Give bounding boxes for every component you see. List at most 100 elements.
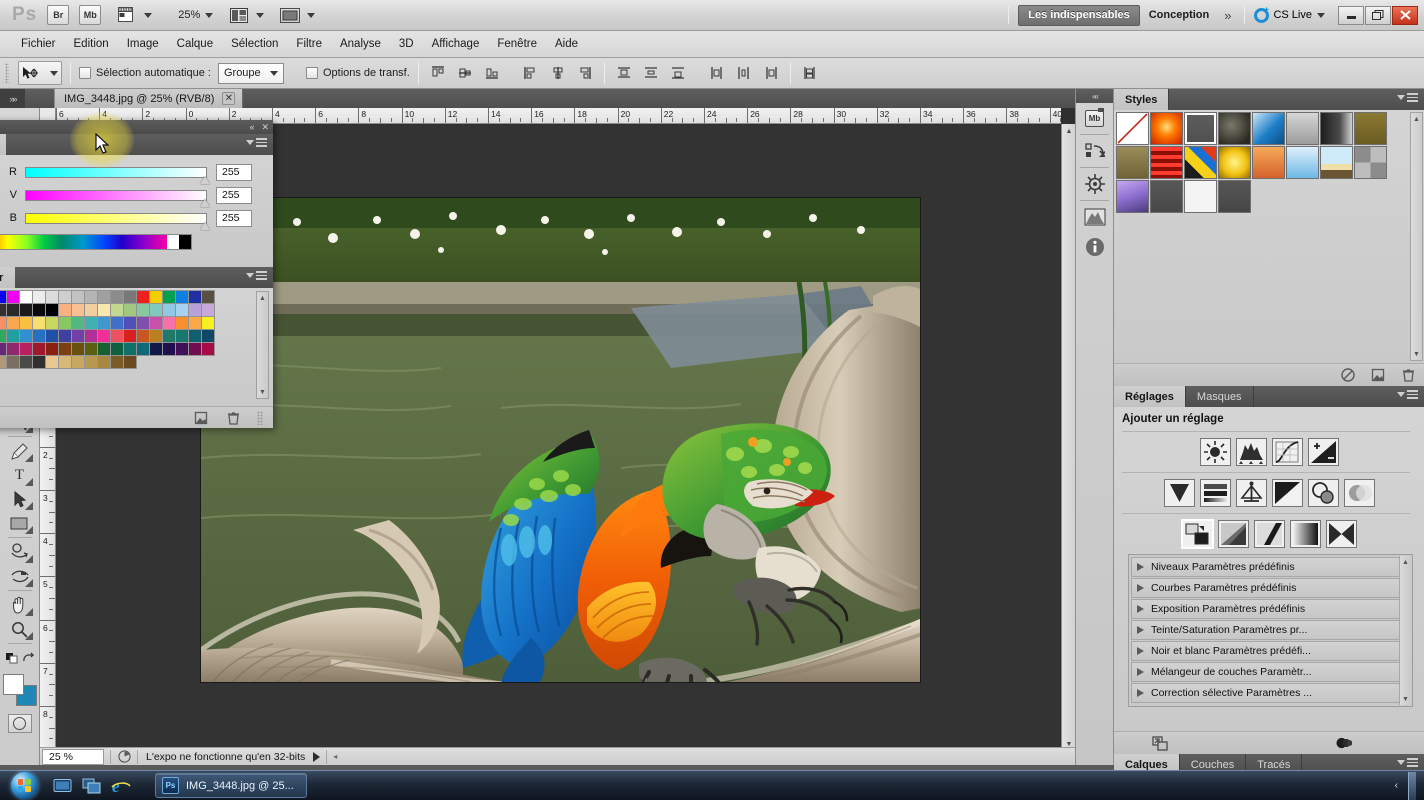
document-tab[interactable]: IMG_3448.jpg @ 25% (RVB/8) ✕ xyxy=(54,89,244,108)
menu-analyse[interactable]: Analyse xyxy=(331,35,390,53)
swatch-cell[interactable] xyxy=(71,290,85,304)
swatch-cell[interactable] xyxy=(6,355,20,369)
swatch-cell[interactable] xyxy=(136,303,150,317)
swatch-cell[interactable] xyxy=(32,329,46,343)
launch-bridge-button[interactable]: Br xyxy=(47,5,70,25)
red-slider-thumb[interactable] xyxy=(200,175,210,184)
color-balance-icon[interactable] xyxy=(1235,479,1267,507)
swatches-vertical-scrollbar[interactable]: ▲ ▼ xyxy=(256,291,269,399)
minimize-button[interactable] xyxy=(1338,5,1364,25)
swatch-cell[interactable] xyxy=(136,290,150,304)
resize-grip[interactable]: ◂ xyxy=(333,752,337,761)
swatch-cell[interactable] xyxy=(32,316,46,330)
style-white-outline[interactable] xyxy=(1184,180,1217,213)
no-style[interactable] xyxy=(1116,112,1149,145)
default-colors-and-swap-icon[interactable] xyxy=(5,646,34,670)
more-workspaces-icon[interactable]: » xyxy=(1218,8,1235,23)
taskbar-photoshop-task[interactable]: Ps IMG_3448.jpg @ 25... xyxy=(155,773,307,798)
swatch-cell[interactable] xyxy=(188,342,202,356)
swatch-cell[interactable] xyxy=(19,329,33,343)
swatch-cell[interactable] xyxy=(32,355,46,369)
menu-edition[interactable]: Edition xyxy=(65,35,118,53)
gradient-map-icon[interactable] xyxy=(1289,520,1321,548)
swatch-cell[interactable] xyxy=(175,290,189,304)
swatch-cell[interactable] xyxy=(45,303,59,317)
show-desktop-strip[interactable] xyxy=(1408,771,1416,800)
close-icon[interactable]: ✕ xyxy=(261,122,269,132)
tab-masques[interactable]: Masques xyxy=(1186,386,1254,407)
swatch-cell[interactable] xyxy=(201,329,215,343)
swatch-cell[interactable] xyxy=(123,303,137,317)
return-to-list-icon[interactable] xyxy=(1152,735,1168,751)
zoom-level-chevron-down-icon[interactable] xyxy=(205,12,214,18)
red-slider-track[interactable] xyxy=(25,166,210,184)
swatch-cell[interactable] xyxy=(175,303,189,317)
swatch-cell[interactable] xyxy=(136,316,150,330)
style-yellow-bevel[interactable] xyxy=(1218,146,1251,179)
tab-couleur[interactable]: eur xyxy=(0,134,7,155)
style-dark-grey-2[interactable] xyxy=(1150,180,1183,213)
collapse-to-icons-icon[interactable]: « xyxy=(249,122,254,132)
menu-selection[interactable]: Sélection xyxy=(222,35,287,53)
style-pale-blue[interactable] xyxy=(1286,146,1319,179)
3d-camera-rotate-tool[interactable] xyxy=(6,564,34,588)
vibrance-icon[interactable] xyxy=(1163,479,1195,507)
color-panel-menu-icon[interactable] xyxy=(246,138,267,147)
style-light-grey[interactable] xyxy=(1286,112,1319,145)
green-slider-thumb[interactable] xyxy=(200,198,210,207)
floating-group-title-bar[interactable]: « ✕ xyxy=(0,120,273,134)
launch-mini-bridge-button[interactable]: Mb xyxy=(79,5,102,25)
history-icon[interactable] xyxy=(1076,136,1113,166)
info-icon[interactable] xyxy=(1076,232,1113,262)
color-spectrum-ramp[interactable] xyxy=(0,234,192,250)
style-colorful-arrow[interactable] xyxy=(1184,146,1217,179)
invert-icon[interactable] xyxy=(1180,519,1214,549)
swatch-cell[interactable] xyxy=(162,290,176,304)
align-left-edges-button[interactable] xyxy=(520,62,542,84)
adjustments-panel-menu-icon[interactable] xyxy=(1397,390,1418,399)
swatch-cell[interactable] xyxy=(201,342,215,356)
foreground-color-swatch[interactable] xyxy=(2,674,24,695)
clip-layer-icon[interactable] xyxy=(1336,735,1352,751)
pen-tool[interactable] xyxy=(6,439,34,463)
align-bottom-edges-button[interactable] xyxy=(481,62,503,84)
expand-dock-icon[interactable]: »» xyxy=(0,89,25,108)
distribute-vertical-centers-button[interactable] xyxy=(640,62,662,84)
green-value-field[interactable]: 255 xyxy=(216,186,252,204)
screen-mode-icon[interactable] xyxy=(278,5,302,25)
swatch-cell[interactable] xyxy=(6,316,20,330)
cs-live-button[interactable]: CS Live xyxy=(1254,7,1325,23)
presets-vertical-scrollbar[interactable]: ▲ ▼ xyxy=(1399,556,1411,705)
swatch-cell[interactable] xyxy=(58,316,72,330)
swatch-cell[interactable] xyxy=(32,290,46,304)
swatch-cell[interactable] xyxy=(110,355,124,369)
new-style-icon[interactable] xyxy=(1370,367,1386,383)
swatch-cell[interactable] xyxy=(19,290,33,304)
transform-controls-checkbox[interactable] xyxy=(305,67,318,79)
style-sky-sand[interactable] xyxy=(1320,146,1353,179)
style-dark-texture[interactable] xyxy=(1218,112,1251,145)
close-icon[interactable]: ✕ xyxy=(222,92,236,105)
scroll-up-arrow-icon[interactable]: ▲ xyxy=(1062,124,1075,138)
navigator-icon[interactable] xyxy=(1076,169,1113,199)
swatch-cell[interactable] xyxy=(6,290,20,304)
swatch-cell[interactable] xyxy=(123,355,137,369)
menu-filtre[interactable]: Filtre xyxy=(287,35,331,53)
swatch-cell[interactable] xyxy=(6,329,20,343)
scroll-up-arrow-icon[interactable]: ▲ xyxy=(257,292,268,304)
menu-aide[interactable]: Aide xyxy=(546,35,587,53)
distribute-bottom-edges-button[interactable] xyxy=(667,62,689,84)
rectangle-shape-tool[interactable] xyxy=(6,511,34,535)
swatch-cell[interactable] xyxy=(58,303,72,317)
swatch-cell[interactable] xyxy=(84,342,98,356)
tab-nuancier[interactable]: ncier xyxy=(0,267,16,288)
swatch-cell[interactable] xyxy=(45,355,59,369)
swatch-cell[interactable] xyxy=(71,303,85,317)
internet-explorer-icon[interactable]: e xyxy=(109,774,133,798)
auto-select-checkbox[interactable] xyxy=(79,67,91,79)
threshold-icon[interactable] xyxy=(1253,520,1285,548)
restore-button[interactable] xyxy=(1365,5,1391,25)
scroll-up-arrow-icon[interactable]: ▲ xyxy=(1411,113,1422,125)
swatch-cell[interactable] xyxy=(58,342,72,356)
preset-row-correction-selective[interactable]: Correction sélective Paramètres ... xyxy=(1131,683,1410,703)
